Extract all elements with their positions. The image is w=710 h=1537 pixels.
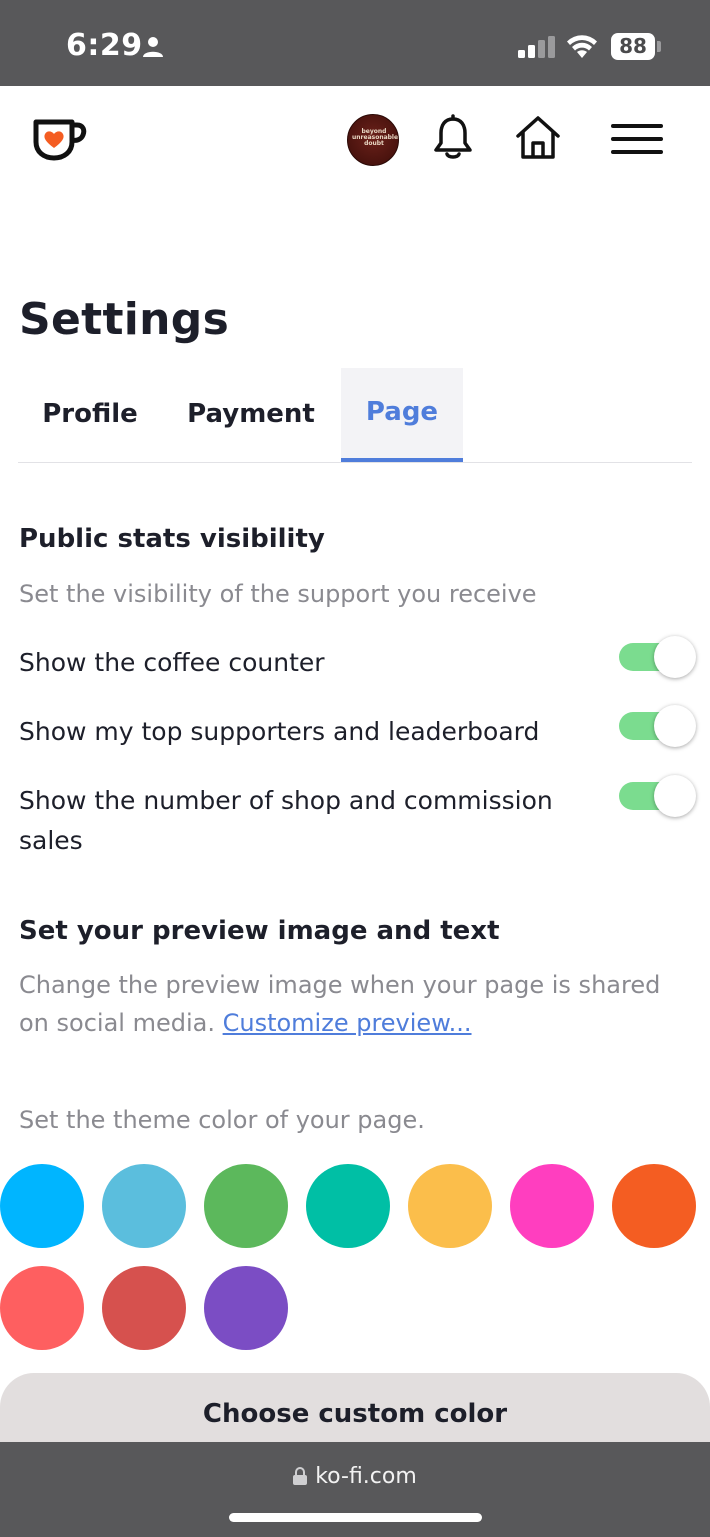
color-swatch-orange[interactable] xyxy=(612,1164,696,1248)
stats-visibility-title: Public stats visibility xyxy=(19,524,325,554)
toggle-knob xyxy=(654,636,696,678)
avatar-text: beyond unreasonable doubt xyxy=(352,128,399,147)
battery-indicator: 88 xyxy=(611,33,655,60)
coffee-counter-label: Show the coffee counter xyxy=(19,648,325,677)
shop-sales-label: Show the number of shop and commission s… xyxy=(19,786,553,855)
color-swatch-yellow[interactable] xyxy=(408,1164,492,1248)
hamburger-menu-icon[interactable] xyxy=(611,124,663,158)
cellular-signal-icon xyxy=(518,36,556,62)
status-time: 6:29 xyxy=(66,28,143,63)
lock-icon xyxy=(293,1466,308,1491)
color-swatch-teal[interactable] xyxy=(306,1164,390,1248)
theme-description: Set the theme color of your page. xyxy=(19,1106,425,1134)
tab-page[interactable]: Page xyxy=(341,368,463,462)
color-swatch-green[interactable] xyxy=(204,1164,288,1248)
top-supporters-toggle[interactable] xyxy=(619,705,697,747)
preview-description: Change the preview image when your page … xyxy=(19,966,694,1042)
shop-sales-toggle[interactable] xyxy=(619,775,697,817)
color-swatch-sky[interactable] xyxy=(102,1164,186,1248)
customize-preview-link[interactable]: Customize preview... xyxy=(223,1009,472,1037)
color-swatch-pink[interactable] xyxy=(510,1164,594,1248)
toggle-knob xyxy=(654,775,696,817)
page-title: Settings xyxy=(19,294,230,345)
toggle-knob xyxy=(654,705,696,747)
browser-address-bar: ko-fi.com xyxy=(0,1442,710,1537)
ko-fi-logo-icon[interactable] xyxy=(30,116,88,166)
wifi-icon xyxy=(565,33,599,63)
tab-payment[interactable]: Payment xyxy=(175,368,327,462)
battery-cap xyxy=(657,41,661,52)
home-icon[interactable] xyxy=(514,114,562,166)
coffee-counter-toggle[interactable] xyxy=(619,636,697,678)
person-icon xyxy=(142,36,164,62)
top-supporters-label: Show my top supporters and leaderboard xyxy=(19,717,540,746)
tab-profile[interactable]: Profile xyxy=(18,368,162,462)
settings-tabs: Profile Payment Page xyxy=(18,368,692,463)
status-bar: 6:29 88 xyxy=(0,0,710,86)
site-header: beyond unreasonable doubt xyxy=(0,86,710,196)
home-indicator[interactable] xyxy=(229,1513,482,1522)
url-display[interactable]: ko-fi.com xyxy=(0,1464,710,1491)
preview-title: Set your preview image and text xyxy=(19,916,500,946)
notification-bell-icon[interactable] xyxy=(432,114,474,166)
avatar[interactable]: beyond unreasonable doubt xyxy=(347,114,399,166)
color-swatch-blue[interactable] xyxy=(0,1164,84,1248)
stats-visibility-description: Set the visibility of the support you re… xyxy=(19,580,537,608)
color-swatch-purple[interactable] xyxy=(204,1266,288,1350)
color-swatch-red[interactable] xyxy=(102,1266,186,1350)
color-swatch-coral[interactable] xyxy=(0,1266,84,1350)
url-text: ko-fi.com xyxy=(315,1464,417,1489)
